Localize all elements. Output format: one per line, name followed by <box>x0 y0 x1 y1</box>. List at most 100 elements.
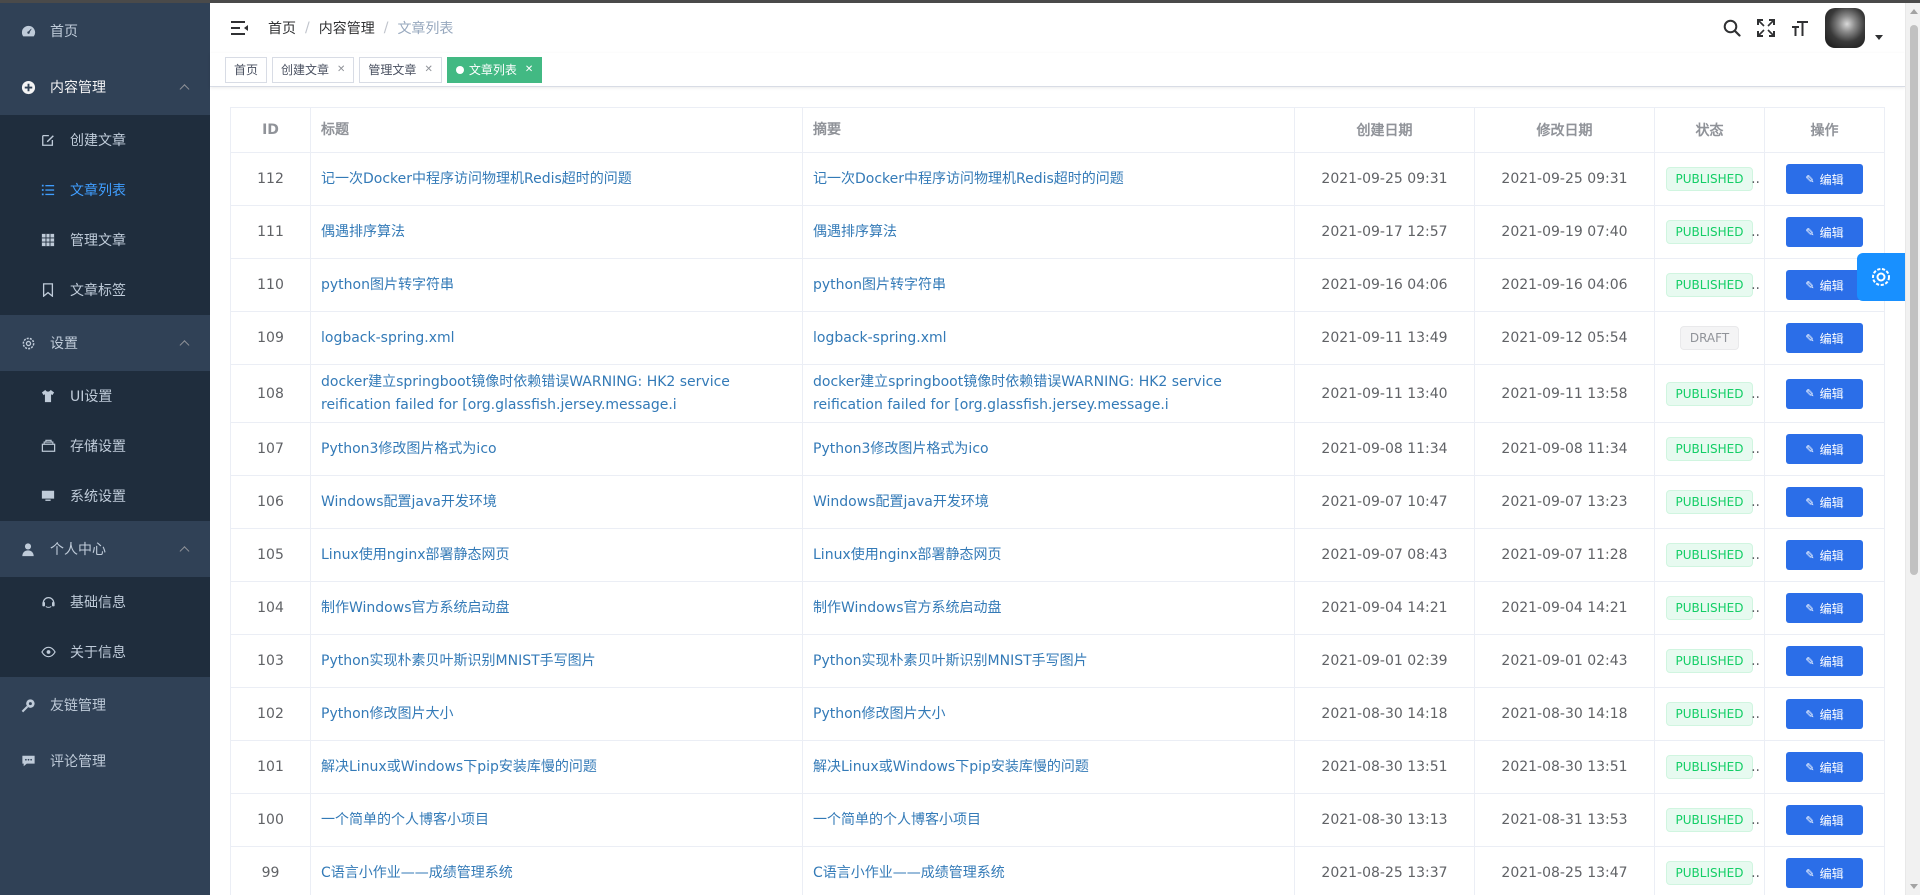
cell-id: 107 <box>230 422 311 476</box>
breadcrumb: 首页 / 内容管理 / 文章列表 <box>268 18 453 38</box>
edit-button[interactable]: ✎ 编辑 <box>1786 699 1863 729</box>
tag-manage-articles[interactable]: 管理文章 ✕ <box>359 56 442 83</box>
tag-article-list[interactable]: 文章列表 ✕ <box>446 56 543 83</box>
cell-title-link[interactable]: 解决Linux或Windows下pip安装库慢的问题 <box>310 740 803 794</box>
page-scrollbar[interactable] <box>1905 3 1920 895</box>
fullscreen-button[interactable] <box>1749 3 1783 53</box>
avatar[interactable] <box>1825 8 1865 48</box>
cell-id: 105 <box>230 528 311 582</box>
cell-summary-link[interactable]: python图片转字符串 <box>802 258 1295 312</box>
scroll-thumb[interactable] <box>1910 25 1918 575</box>
column-header-summary[interactable]: 摘要 <box>802 107 1295 153</box>
close-icon[interactable]: ✕ <box>424 58 432 82</box>
cell-summary-link[interactable]: 偶遇排序算法 <box>802 205 1295 259</box>
hamburger-button[interactable] <box>220 3 260 53</box>
sidebar-item-article-list[interactable]: 文章列表 <box>0 165 210 215</box>
cell-title-link[interactable]: 一个简单的个人博客小项目 <box>310 793 803 847</box>
cell-title-link[interactable]: Python实现朴素贝叶斯识别MNIST手写图片 <box>310 634 803 688</box>
close-icon[interactable]: ✕ <box>525 58 533 82</box>
cell-status: PUBLISHED.. <box>1654 687 1765 741</box>
sidebar-item-about-info[interactable]: 关于信息 <box>0 627 210 677</box>
sidebar-item-basic-info[interactable]: 基础信息 <box>0 577 210 627</box>
sidebar-item-home[interactable]: 首页 <box>0 3 210 59</box>
overflow-ellipsis: .. <box>1751 759 1760 775</box>
edit-button[interactable]: ✎ 编辑 <box>1786 164 1863 194</box>
scroll-up-arrow-icon[interactable] <box>1910 9 1918 14</box>
sidebar-item-friend-links[interactable]: 友链管理 <box>0 677 210 733</box>
sidebar-item-system-settings[interactable]: 系统设置 <box>0 471 210 521</box>
cell-summary-link[interactable]: 记一次Docker中程序访问物理机Redis超时的问题 <box>802 152 1295 206</box>
pen-icon: ✎ <box>1805 442 1815 456</box>
cell-title-link[interactable]: Linux使用nginx部署静态网页 <box>310 528 803 582</box>
column-header-created[interactable]: 创建日期 <box>1294 107 1475 153</box>
cell-summary-link[interactable]: Linux使用nginx部署静态网页 <box>802 528 1295 582</box>
cell-summary-link[interactable]: Windows配置java开发环境 <box>802 475 1295 529</box>
sidebar-item-comments[interactable]: 评论管理 <box>0 733 210 789</box>
profile-icon <box>40 594 56 610</box>
cell-created-date: 2021-09-16 04:06 <box>1294 258 1475 312</box>
breadcrumb-content-management[interactable]: 内容管理 <box>319 18 375 38</box>
navbar: 首页 / 内容管理 / 文章列表 <box>210 3 1905 53</box>
sidebar-item-storage-settings[interactable]: 存储设置 <box>0 421 210 471</box>
edit-button[interactable]: ✎ 编辑 <box>1786 646 1863 676</box>
cell-summary-link[interactable]: Python修改图片大小 <box>802 687 1295 741</box>
sidebar-item-article-tags[interactable]: 文章标签 <box>0 265 210 315</box>
edit-button[interactable]: ✎ 编辑 <box>1786 434 1863 464</box>
cell-summary-link[interactable]: C语言小作业——成绩管理系统 <box>802 846 1295 895</box>
cell-summary-link[interactable]: docker建立springboot镜像时依赖错误WARNING: HK2 se… <box>802 364 1295 423</box>
cell-title-link[interactable]: C语言小作业——成绩管理系统 <box>310 846 803 895</box>
edit-button[interactable]: ✎ 编辑 <box>1786 858 1863 888</box>
cell-title-link[interactable]: 制作Windows官方系统启动盘 <box>310 581 803 635</box>
cell-title-link[interactable]: 偶遇排序算法 <box>310 205 803 259</box>
edit-button[interactable]: ✎ 编辑 <box>1786 378 1863 409</box>
cell-summary-link[interactable]: Python实现朴素贝叶斯识别MNIST手写图片 <box>802 634 1295 688</box>
cell-title-link[interactable]: Python3修改图片格式为ico <box>310 422 803 476</box>
breadcrumb-separator: / <box>305 20 310 36</box>
status-badge: PUBLISHED <box>1665 596 1754 620</box>
sidebar-item-manage-articles[interactable]: 管理文章 <box>0 215 210 265</box>
breadcrumb-home[interactable]: 首页 <box>268 18 296 38</box>
settings-button[interactable] <box>1857 253 1905 301</box>
sidebar-item-personal-center[interactable]: 个人中心 <box>0 521 210 577</box>
cell-title-link[interactable]: docker建立springboot镜像时依赖错误WARNING: HK2 se… <box>310 364 803 423</box>
cell-summary-link[interactable]: 制作Windows官方系统启动盘 <box>802 581 1295 635</box>
main-area: 首页 / 内容管理 / 文章列表 首页 创建文章 ✕ 管理文章 ✕ 文章列表 ✕… <box>210 3 1905 895</box>
cell-modified-date: 2021-08-30 13:51 <box>1474 740 1655 794</box>
edit-button[interactable]: ✎ 编辑 <box>1786 593 1863 623</box>
cell-summary-link[interactable]: logback-spring.xml <box>802 311 1295 365</box>
cell-summary-link[interactable]: 解决Linux或Windows下pip安装库慢的问题 <box>802 740 1295 794</box>
cell-title-link[interactable]: Windows配置java开发环境 <box>310 475 803 529</box>
cell-title-link[interactable]: Python修改图片大小 <box>310 687 803 741</box>
scroll-down-arrow-icon[interactable] <box>1910 884 1918 889</box>
edit-button[interactable]: ✎ 编辑 <box>1786 270 1863 300</box>
edit-button[interactable]: ✎ 编辑 <box>1786 540 1863 570</box>
edit-button[interactable]: ✎ 编辑 <box>1786 487 1863 517</box>
sidebar-item-create-article[interactable]: 创建文章 <box>0 115 210 165</box>
cell-status: PUBLISHED.. <box>1654 364 1765 423</box>
overflow-ellipsis: .. <box>1751 547 1760 563</box>
edit-button[interactable]: ✎ 编辑 <box>1786 217 1863 247</box>
close-icon[interactable]: ✕ <box>337 58 345 82</box>
sidebar-item-ui-settings[interactable]: UI设置 <box>0 371 210 421</box>
sidebar-item-settings[interactable]: 设置 <box>0 315 210 371</box>
cell-summary-link[interactable]: Python3修改图片格式为ico <box>802 422 1295 476</box>
cell-title-link[interactable]: 记一次Docker中程序访问物理机Redis超时的问题 <box>310 152 803 206</box>
column-header-title[interactable]: 标题 <box>310 107 803 153</box>
tag-home[interactable]: 首页 <box>225 56 268 83</box>
column-header-status[interactable]: 状态 <box>1654 107 1765 153</box>
cell-title-link[interactable]: logback-spring.xml <box>310 311 803 365</box>
edit-button[interactable]: ✎ 编辑 <box>1786 323 1863 353</box>
font-size-button[interactable] <box>1783 3 1817 53</box>
edit-button[interactable]: ✎ 编辑 <box>1786 752 1863 782</box>
cell-title-link[interactable]: python图片转字符串 <box>310 258 803 312</box>
search-button[interactable] <box>1715 3 1749 53</box>
user-dropdown[interactable] <box>1825 8 1883 48</box>
tag-create-article[interactable]: 创建文章 ✕ <box>272 56 355 83</box>
edit-button[interactable]: ✎ 编辑 <box>1786 805 1863 835</box>
column-header-modified[interactable]: 修改日期 <box>1474 107 1655 153</box>
cell-summary-link[interactable]: 一个简单的个人博客小项目 <box>802 793 1295 847</box>
sidebar-item-content-management[interactable]: 内容管理 <box>0 59 210 115</box>
column-header-id[interactable]: ID <box>230 107 311 153</box>
table-row: 100 一个简单的个人博客小项目 一个简单的个人博客小项目 2021-08-30 13… <box>230 793 1885 847</box>
storage-icon <box>40 438 56 454</box>
